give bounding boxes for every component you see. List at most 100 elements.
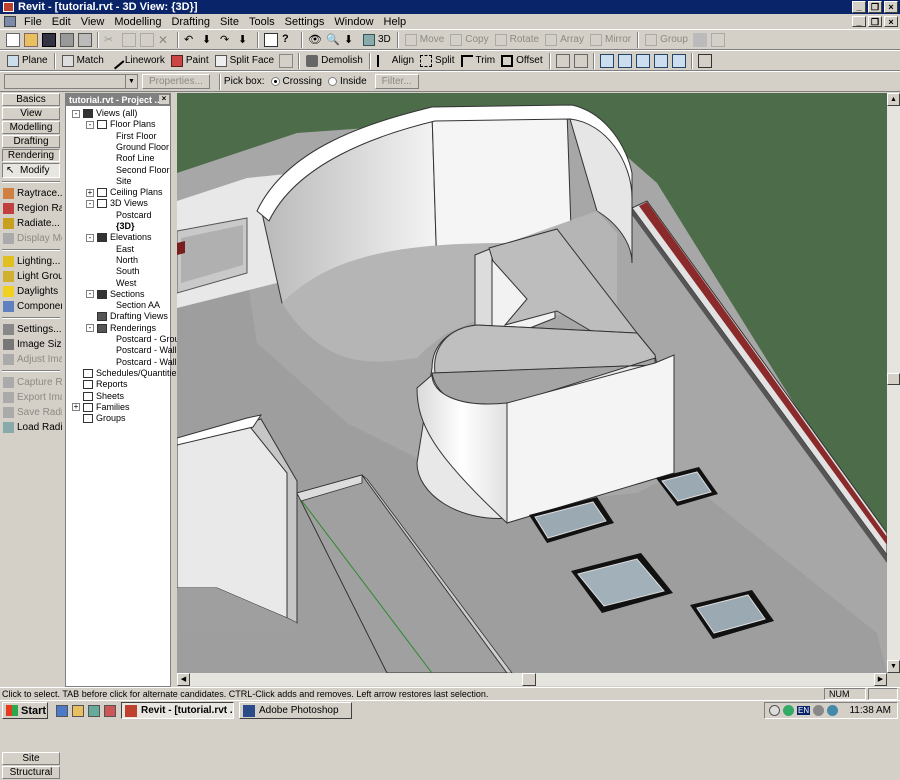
menu-file[interactable]: File bbox=[19, 16, 47, 28]
tool-raytrace[interactable]: Raytrace... bbox=[0, 186, 62, 201]
doc-restore-button[interactable]: ❐ bbox=[868, 16, 882, 27]
volume-icon[interactable] bbox=[813, 705, 825, 716]
save-all-icon[interactable] bbox=[60, 32, 74, 47]
horizontal-scrollbar[interactable]: ◀ ▶ bbox=[177, 673, 887, 686]
unpin-icon[interactable] bbox=[573, 53, 588, 68]
menu-settings[interactable]: Settings bbox=[280, 16, 330, 28]
tool-load-radiosi[interactable]: Load Radiosi bbox=[0, 420, 62, 435]
link-icon[interactable] bbox=[710, 32, 725, 47]
properties-button[interactable]: Properties... bbox=[142, 74, 210, 89]
tree-item[interactable]: Postcard - Grou bbox=[116, 334, 180, 345]
scroll-up-icon[interactable]: ▲ bbox=[887, 93, 900, 106]
tool-capture-ren[interactable]: Capture Ren bbox=[0, 375, 62, 390]
match-button[interactable]: Match bbox=[59, 52, 107, 70]
zoom-icon[interactable]: 🔍 bbox=[326, 33, 340, 47]
tree-item[interactable]: - Renderings bbox=[86, 323, 156, 334]
cut-geometry-icon[interactable] bbox=[279, 53, 294, 68]
tab-drafting[interactable]: Drafting bbox=[2, 135, 60, 148]
ie-icon[interactable] bbox=[56, 704, 68, 717]
print-icon[interactable] bbox=[78, 32, 92, 47]
tab-site[interactable]: Site bbox=[2, 752, 60, 765]
dynamic-view-icon[interactable]: ⬇ bbox=[344, 33, 358, 47]
tool-save-radios[interactable]: Save Radios bbox=[0, 405, 62, 420]
tree-item[interactable]: Reports bbox=[72, 379, 128, 390]
menu-site[interactable]: Site bbox=[215, 16, 244, 28]
vertical-scrollbar[interactable]: ▲ ▼ bbox=[887, 93, 900, 673]
filter-button[interactable]: Filter... bbox=[374, 74, 419, 89]
mirror-button[interactable]: Mirror bbox=[587, 31, 634, 49]
paste-icon[interactable] bbox=[140, 32, 154, 47]
pin-icon[interactable] bbox=[555, 53, 570, 68]
split-face-button[interactable]: Split Face bbox=[212, 52, 277, 70]
language-indicator[interactable]: EN bbox=[797, 706, 811, 715]
dimension-icon[interactable] bbox=[599, 53, 614, 68]
offset-button[interactable]: Offset bbox=[498, 52, 546, 70]
unjoin-icon[interactable] bbox=[635, 53, 650, 68]
start-button[interactable]: Start bbox=[2, 702, 48, 719]
collapse-icon[interactable]: - bbox=[72, 109, 80, 118]
menu-modelling[interactable]: Modelling bbox=[109, 16, 166, 28]
restore-button[interactable]: ❐ bbox=[868, 1, 882, 13]
tree-item[interactable]: South bbox=[116, 266, 140, 277]
undo-icon[interactable]: ↶ bbox=[184, 33, 198, 47]
antivirus-icon[interactable] bbox=[783, 705, 794, 716]
array-button[interactable]: Array bbox=[542, 31, 587, 49]
task-revit[interactable]: Revit - [tutorial.rvt ... bbox=[121, 702, 234, 719]
tool-component[interactable]: Component bbox=[0, 299, 62, 314]
tray-app-icon[interactable] bbox=[827, 705, 839, 716]
revit-app-icon[interactable] bbox=[3, 2, 14, 12]
scroll-right-icon[interactable]: ▶ bbox=[874, 673, 887, 686]
move-button[interactable]: Move bbox=[402, 31, 447, 49]
tree-item[interactable]: + Families bbox=[72, 402, 130, 413]
vertical-scroll-thumb[interactable] bbox=[887, 373, 900, 385]
tab-basics[interactable]: Basics bbox=[2, 93, 60, 106]
tree-item[interactable]: Groups bbox=[72, 413, 126, 424]
tree-item[interactable]: - Floor Plans bbox=[86, 119, 156, 130]
open-folder-icon[interactable] bbox=[24, 32, 38, 47]
wall-join-icon[interactable] bbox=[653, 53, 668, 68]
expand-icon[interactable]: + bbox=[86, 188, 94, 197]
linework-button[interactable]: Linework bbox=[107, 52, 168, 70]
copy-to-clipboard-icon[interactable] bbox=[697, 53, 712, 68]
scroll-down-icon[interactable]: ▼ bbox=[887, 660, 900, 673]
tree-item[interactable]: Postcard - Wall bbox=[116, 345, 177, 356]
tree-item[interactable]: Ground Floor bbox=[116, 142, 169, 153]
save-icon[interactable] bbox=[42, 32, 56, 47]
document-icon[interactable] bbox=[4, 16, 16, 27]
undo-dropdown-icon[interactable]: ⬇ bbox=[202, 33, 216, 47]
tree-item[interactable]: East bbox=[116, 244, 134, 255]
trim-button[interactable]: Trim bbox=[458, 52, 499, 70]
tree-item[interactable]: Postcard bbox=[116, 210, 152, 221]
cut-icon[interactable]: ✂ bbox=[104, 33, 118, 47]
tool-daylights[interactable]: Daylights bbox=[0, 284, 62, 299]
tree-item[interactable]: Site bbox=[116, 176, 132, 187]
tree-item[interactable]: Schedules/Quantitie bbox=[72, 368, 177, 379]
tool-settings[interactable]: Settings... bbox=[0, 322, 62, 337]
project-browser-header[interactable]: tutorial.rvt - Project ... × bbox=[66, 94, 170, 106]
desktop-icon[interactable] bbox=[88, 704, 100, 717]
tree-item[interactable]: - Elevations bbox=[86, 232, 152, 243]
redo-icon[interactable]: ↷ bbox=[220, 33, 234, 47]
tree-item[interactable]: Roof Line bbox=[116, 153, 155, 164]
media-icon[interactable] bbox=[104, 704, 116, 717]
copy-button[interactable]: Copy bbox=[447, 31, 491, 49]
tab-view[interactable]: View bbox=[2, 107, 60, 120]
menu-drafting[interactable]: Drafting bbox=[166, 16, 215, 28]
tool-region-raytr[interactable]: Region Raytr bbox=[0, 201, 62, 216]
collapse-icon[interactable]: - bbox=[86, 324, 94, 333]
tool-adjust-image[interactable]: Adjust Image bbox=[0, 352, 62, 367]
demolish-button[interactable]: Demolish bbox=[303, 52, 366, 70]
tree-item[interactable]: - Sections bbox=[86, 289, 145, 300]
tree-item[interactable]: Second Floor bbox=[116, 165, 170, 176]
tree-item[interactable]: West bbox=[116, 278, 136, 289]
new-file-icon[interactable] bbox=[6, 32, 20, 47]
doc-close-button[interactable]: × bbox=[884, 16, 898, 27]
tree-item[interactable]: - 3D Views bbox=[86, 198, 148, 209]
3d-view-button[interactable]: 3D bbox=[360, 31, 394, 49]
visibility-icon[interactable]: 👁 bbox=[308, 33, 322, 47]
tab-structural[interactable]: Structural bbox=[2, 766, 60, 779]
tool-light-groups[interactable]: Light Groups bbox=[0, 269, 62, 284]
split-button[interactable]: Split bbox=[417, 52, 457, 70]
lock-icon[interactable] bbox=[692, 32, 707, 47]
inside-label[interactable]: Inside bbox=[340, 76, 367, 87]
